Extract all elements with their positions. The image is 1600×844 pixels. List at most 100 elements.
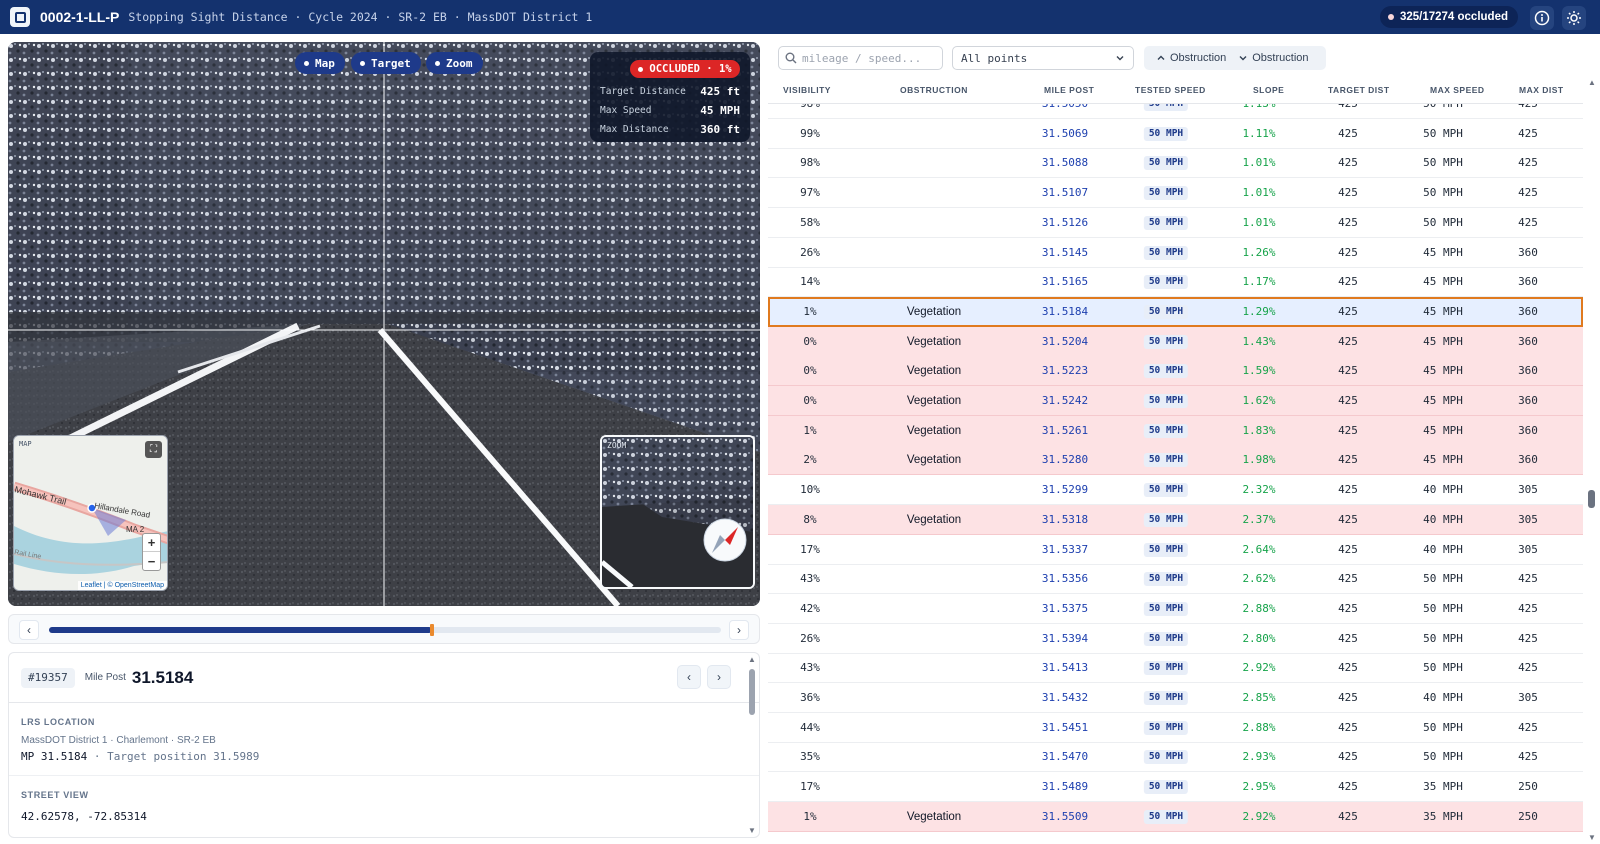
fullscreen-button[interactable]: ⛶	[145, 441, 162, 458]
timeline-track[interactable]	[49, 624, 721, 636]
sort-desc-button[interactable]: Obstruction	[1238, 52, 1309, 64]
cell-mp: 31.5470	[1041, 750, 1089, 764]
cell-mp: 31.5165	[1041, 275, 1089, 289]
table-row-selected[interactable]: 1% Vegetation 31.5184 50 MPH 1.29% 425 45 MPH 3…	[768, 296, 1583, 327]
table-row[interactable]: 36% 31.5432 50 MPH 2.85% 425 40 MPH 305	[768, 683, 1583, 713]
col-max-speed[interactable]: MAX SPEED	[1430, 76, 1485, 104]
table-row[interactable]: 99% 31.5069 50 MPH 1.11% 425 50 MPH 425	[768, 119, 1583, 149]
scroll-down-icon[interactable]: ▼	[748, 826, 756, 835]
info-button[interactable]	[1530, 6, 1554, 30]
table-row[interactable]: 1% Vegetation 31.5509 50 MPH 2.92% 425 35 MPH 2…	[768, 801, 1583, 832]
col-mile-post[interactable]: MILE POST	[1044, 76, 1094, 104]
cell-slope: 1.17%	[1242, 275, 1276, 289]
cell-vis: 17%	[800, 780, 820, 794]
table-row[interactable]: 42% 31.5375 50 MPH 2.88% 425 50 MPH 425	[768, 594, 1583, 624]
map-toggle-button[interactable]: Map	[295, 52, 345, 74]
cell-maxs: 50 MPH	[1423, 750, 1463, 764]
table-row[interactable]: 0% Vegetation 31.5223 50 MPH 1.59% 425 45 MPH 3…	[768, 356, 1583, 387]
cell-vis: 99%	[800, 126, 820, 140]
cell-speed: 50 MPH	[1143, 661, 1189, 676]
zoom-toggle-label: Zoom	[446, 56, 473, 70]
col-slope[interactable]: SLOPE	[1253, 76, 1284, 104]
cell-slope: 1.29%	[1242, 304, 1276, 318]
cell-speed: 50 MPH	[1143, 601, 1189, 616]
table-row[interactable]: 14% 31.5165 50 MPH 1.17% 425 45 MPH 360	[768, 267, 1583, 298]
scroll-down-icon[interactable]: ▼	[1588, 833, 1596, 842]
table-row[interactable]: 26% 31.5394 50 MPH 2.80% 425 50 MPH 425	[768, 624, 1583, 654]
table-scrollbar[interactable]: ▲ ▼	[1585, 76, 1598, 844]
slider-prev-button[interactable]: ‹	[19, 620, 39, 640]
cell-vis: 2%	[803, 453, 817, 467]
chevron-left-icon: ‹	[27, 623, 31, 637]
table-row[interactable]: 26% 31.5145 50 MPH 1.26% 425 45 MPH 360	[768, 238, 1583, 268]
detail-scrollbar[interactable]: ▲ ▼	[747, 653, 757, 837]
table-scroll-thumb[interactable]	[1588, 490, 1595, 508]
cell-tdist: 425	[1338, 394, 1358, 407]
street-view-coords[interactable]: 42.62578, -72.85314	[21, 810, 747, 835]
cell-vis: 1%	[803, 423, 817, 437]
cell-tdist: 425	[1338, 156, 1358, 170]
cell-maxs: 50 MPH	[1423, 126, 1463, 140]
timeline-thumb[interactable]	[430, 624, 435, 636]
cell-slope: 1.62%	[1242, 394, 1276, 407]
target-toggle-button[interactable]: Target	[351, 52, 421, 74]
scroll-up-icon[interactable]: ▲	[1588, 78, 1596, 87]
table-row[interactable]: 17% 31.5337 50 MPH 2.64% 425 40 MPH 305	[768, 535, 1583, 565]
cell-speed: 50 MPH	[1143, 780, 1189, 795]
table-row[interactable]: 58% 31.5126 50 MPH 1.01% 425 50 MPH 425	[768, 208, 1583, 238]
cell-maxd: 425	[1518, 601, 1538, 615]
table-row[interactable]: 1% Vegetation 31.5261 50 MPH 1.83% 425 45 MPH 3…	[768, 415, 1583, 446]
scroll-up-icon[interactable]: ▲	[748, 655, 756, 664]
table-row[interactable]: 2% Vegetation 31.5280 50 MPH 1.98% 425 45 MPH 3…	[768, 445, 1583, 476]
col-target-dist[interactable]: TARGET DIST	[1328, 76, 1390, 104]
cell-maxs: 50 MPH	[1423, 661, 1463, 675]
map-zoom-out-button[interactable]: −	[143, 552, 160, 570]
cell-tdist: 425	[1338, 631, 1358, 645]
table-row[interactable]: 98% 31.5088 50 MPH 1.01% 425 50 MPH 425	[768, 148, 1583, 179]
points-filter-select[interactable]: All points	[952, 46, 1134, 70]
table-row[interactable]: 0% Vegetation 31.5204 50 MPH 1.43% 425 45 MPH 3…	[768, 326, 1583, 357]
occluded-summary-text: 325/17274 occluded	[1399, 11, 1508, 23]
prev-point-button[interactable]: ‹	[677, 665, 701, 689]
table-row[interactable]: 17% 31.5489 50 MPH 2.95% 425 35 MPH 250	[768, 772, 1583, 803]
cell-maxs: 45 MPH	[1423, 304, 1463, 318]
map-zoom-in-button[interactable]: +	[143, 534, 160, 552]
table-row[interactable]: 44% 31.5451 50 MPH 2.88% 425 50 MPH 425	[768, 713, 1583, 743]
cell-speed: 50 MPH	[1143, 156, 1189, 171]
table-row[interactable]: 35% 31.5470 50 MPH 2.93% 425 50 MPH 425	[768, 742, 1583, 773]
mini-map[interactable]: Mohawk Trail Hillandale Road MA 2 Rail L…	[13, 435, 168, 591]
zoom-toggle-button[interactable]: Zoom	[426, 52, 483, 74]
sort-asc-button[interactable]: Obstruction	[1156, 52, 1226, 64]
search-box[interactable]	[778, 46, 943, 70]
cell-vis: 14%	[800, 275, 820, 289]
point-cloud-viewer[interactable]: Map Target Zoom OCCLUDED · 1% Target Dis…	[8, 42, 760, 606]
info-max-speed: Max Speed 45 MPH	[600, 104, 740, 117]
cell-maxd: 360	[1518, 394, 1538, 407]
col-tested-speed[interactable]: TESTED SPEED	[1135, 76, 1206, 104]
cell-vis: 43%	[800, 572, 820, 586]
table-row[interactable]: 8% Vegetation 31.5318 50 MPH 2.37% 425 40 MPH 3…	[768, 504, 1583, 535]
next-point-button[interactable]: ›	[707, 665, 731, 689]
cell-mp: 31.5069	[1041, 126, 1089, 140]
cell-maxs: 45 MPH	[1423, 334, 1463, 348]
detail-header: #19357 Mile Post 31.5184 ‹ ›	[9, 653, 759, 703]
table-row[interactable]: 97% 31.5107 50 MPH 1.01% 425 50 MPH 425	[768, 178, 1583, 209]
table-row[interactable]: 43% 31.5356 50 MPH 2.62% 425 50 MPH 425	[768, 564, 1583, 595]
table-row[interactable]: 43% 31.5413 50 MPH 2.92% 425 50 MPH 425	[768, 653, 1583, 684]
cell-maxs: 50 MPH	[1423, 156, 1463, 170]
cell-slope: 1.43%	[1242, 334, 1276, 348]
map-attribution[interactable]: Leaflet | © OpenStreetMap	[77, 581, 167, 590]
cell-vis: 1%	[803, 809, 817, 823]
col-visibility[interactable]: VISIBILITY	[783, 76, 831, 104]
col-obstruction[interactable]: OBSTRUCTION	[900, 76, 968, 104]
slider-next-button[interactable]: ›	[729, 620, 749, 640]
detail-scroll-thumb[interactable]	[749, 669, 755, 715]
theme-toggle-button[interactable]	[1562, 6, 1586, 30]
table-row[interactable]: 10% 31.5299 50 MPH 2.32% 425 40 MPH 305	[768, 475, 1583, 506]
col-max-dist[interactable]: MAX DIST	[1519, 76, 1564, 104]
cell-vis: 17%	[800, 542, 820, 556]
table-row[interactable]: 0% Vegetation 31.5242 50 MPH 1.62% 425 45 MPH 3…	[768, 386, 1583, 416]
cell-maxd: 425	[1518, 720, 1538, 734]
search-input[interactable]	[802, 51, 932, 65]
cell-maxs: 50 MPH	[1423, 601, 1463, 615]
